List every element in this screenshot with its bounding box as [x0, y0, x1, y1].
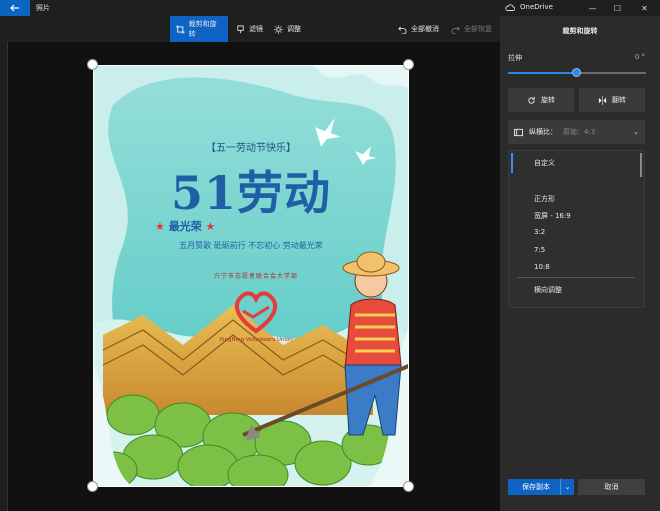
aspect-ratio-icon	[514, 128, 523, 136]
crop-icon	[176, 24, 185, 34]
poster-subtitle: ★ 最光荣 ★	[155, 218, 215, 234]
save-copy-label: 保存副本	[522, 483, 550, 491]
redo-all-label: 全部恢复	[464, 25, 492, 33]
aspect-ratio-value: 原始：4:3	[563, 128, 596, 136]
back-arrow-icon	[10, 4, 19, 12]
rotate-icon	[528, 96, 535, 104]
image-canvas[interactable]: 【五一劳动节快乐】 51劳动 ★ 最光荣 ★ 五月赞歌 砥砺前行 不忘初心 劳动…	[0, 42, 500, 511]
sun-icon	[274, 24, 283, 34]
back-button[interactable]	[0, 0, 30, 16]
crop-border-left	[93, 65, 94, 487]
poster-slogan: 五月赞歌 砥砺前行 不忘初心 劳动最光荣	[179, 241, 323, 250]
chevron-down-icon: ⌄	[564, 483, 571, 491]
flip-button[interactable]: 翻转	[579, 88, 645, 112]
rotate-button[interactable]: 旋转	[508, 88, 574, 112]
flip-icon	[598, 95, 607, 105]
aspect-option-3-2[interactable]: 3:2	[534, 228, 545, 236]
minimize-button[interactable]: —	[580, 0, 605, 16]
poster-subtitle-text: 最光荣	[168, 220, 202, 233]
selection-indicator	[511, 153, 513, 173]
flip-label: 翻转	[612, 96, 626, 104]
tab-crop-rotate[interactable]: 裁剪和旋转	[170, 16, 228, 42]
tab-filters[interactable]: 滤镜	[230, 16, 269, 42]
aspect-ratio-label: 纵横比：	[529, 128, 557, 136]
aspect-option-square[interactable]: 正方形	[534, 194, 555, 204]
poster-tagline: 【五一劳动节快乐】	[206, 143, 296, 154]
undo-all-label: 全部撤消	[411, 25, 439, 33]
cancel-label: 取消	[604, 483, 619, 491]
crop-border-right	[408, 65, 409, 487]
app-title: 照片	[36, 4, 50, 12]
straighten-slider-thumb[interactable]	[572, 68, 581, 77]
panel-title: 裁剪和旋转	[562, 27, 598, 35]
tab-filters-label: 滤镜	[249, 25, 263, 33]
rotate-label: 旋转	[541, 96, 555, 104]
undo-all-button[interactable]: 全部撤消	[392, 16, 445, 42]
redo-icon	[451, 25, 460, 34]
crop-border-bottom	[93, 486, 409, 487]
filter-icon	[237, 24, 244, 33]
crop-rotate-panel: 裁剪和旋转 拉伸 0 ° 旋转 翻转 纵横比： 原始：4:3 ⌄ 自定义 正方形…	[500, 16, 660, 511]
star-icon: ★	[155, 220, 169, 233]
cloud-icon	[505, 3, 515, 11]
save-options-button[interactable]: ⌄	[560, 479, 574, 495]
tab-adjust-label: 调整	[287, 25, 301, 33]
edit-toolbar: 裁剪和旋转 滤镜 调整 全部撤消 全部恢复	[0, 16, 500, 42]
tab-adjust[interactable]: 调整	[268, 16, 307, 42]
aspect-option-10-8[interactable]: 10:8	[534, 263, 550, 271]
onedrive-status[interactable]: OneDrive	[505, 3, 553, 11]
title-bar: 照片 OneDrive — ☐ ✕	[0, 0, 660, 16]
straighten-label: 拉伸	[508, 54, 522, 62]
logo-bottom-text: XingNing Volunteers Union	[219, 337, 293, 343]
redo-all-button[interactable]: 全部恢复	[445, 16, 498, 42]
cancel-button[interactable]: 取消	[578, 479, 645, 495]
menu-divider	[517, 277, 635, 278]
crop-handle-bottom-left[interactable]	[87, 481, 98, 492]
crop-border-top	[93, 65, 409, 66]
undo-icon	[398, 25, 407, 34]
volunteer-logo: 兴宁市志愿者联合会大学部 XingNing Volunteers Union	[211, 269, 301, 349]
left-edge-strip	[0, 42, 8, 511]
crop-handle-bottom-right[interactable]	[403, 481, 414, 492]
chevron-down-icon: ⌄	[633, 128, 639, 136]
aspect-option-7-5[interactable]: 7:5	[534, 246, 545, 254]
close-button[interactable]: ✕	[632, 0, 657, 16]
straighten-slider-fill	[508, 72, 577, 74]
straighten-slider[interactable]	[508, 68, 646, 77]
close-icon: ✕	[641, 3, 648, 13]
aspect-option-custom[interactable]: 自定义	[534, 158, 555, 168]
straighten-value: 0 °	[634, 53, 645, 61]
logo-arc-text: 兴宁市志愿者联合会大学部	[213, 273, 298, 280]
star-icon: ★	[201, 220, 216, 233]
crop-handle-top-left[interactable]	[87, 59, 98, 70]
onedrive-label: OneDrive	[520, 3, 553, 11]
maximize-icon: ☐	[613, 3, 622, 13]
poster-headline: 51劳动	[170, 166, 331, 220]
aspect-ratio-menu: 自定义 正方形 宽屏 - 16:9 3:2 7:5 10:8 横向调整	[508, 150, 645, 308]
orientation-option[interactable]: 横向调整	[534, 285, 562, 295]
poster-image: 【五一劳动节快乐】 51劳动 ★ 最光荣 ★ 五月赞歌 砥砺前行 不忘初心 劳动…	[93, 65, 409, 487]
crop-handle-top-right[interactable]	[403, 59, 414, 70]
aspect-option-16-9[interactable]: 宽屏 - 16:9	[534, 211, 571, 221]
maximize-button[interactable]: ☐	[605, 0, 630, 16]
tab-crop-rotate-label: 裁剪和旋转	[188, 20, 217, 38]
aspect-ratio-dropdown[interactable]: 纵横比： 原始：4:3 ⌄	[508, 120, 645, 144]
minimize-icon: —	[588, 3, 597, 13]
menu-scrollbar[interactable]	[640, 153, 642, 177]
